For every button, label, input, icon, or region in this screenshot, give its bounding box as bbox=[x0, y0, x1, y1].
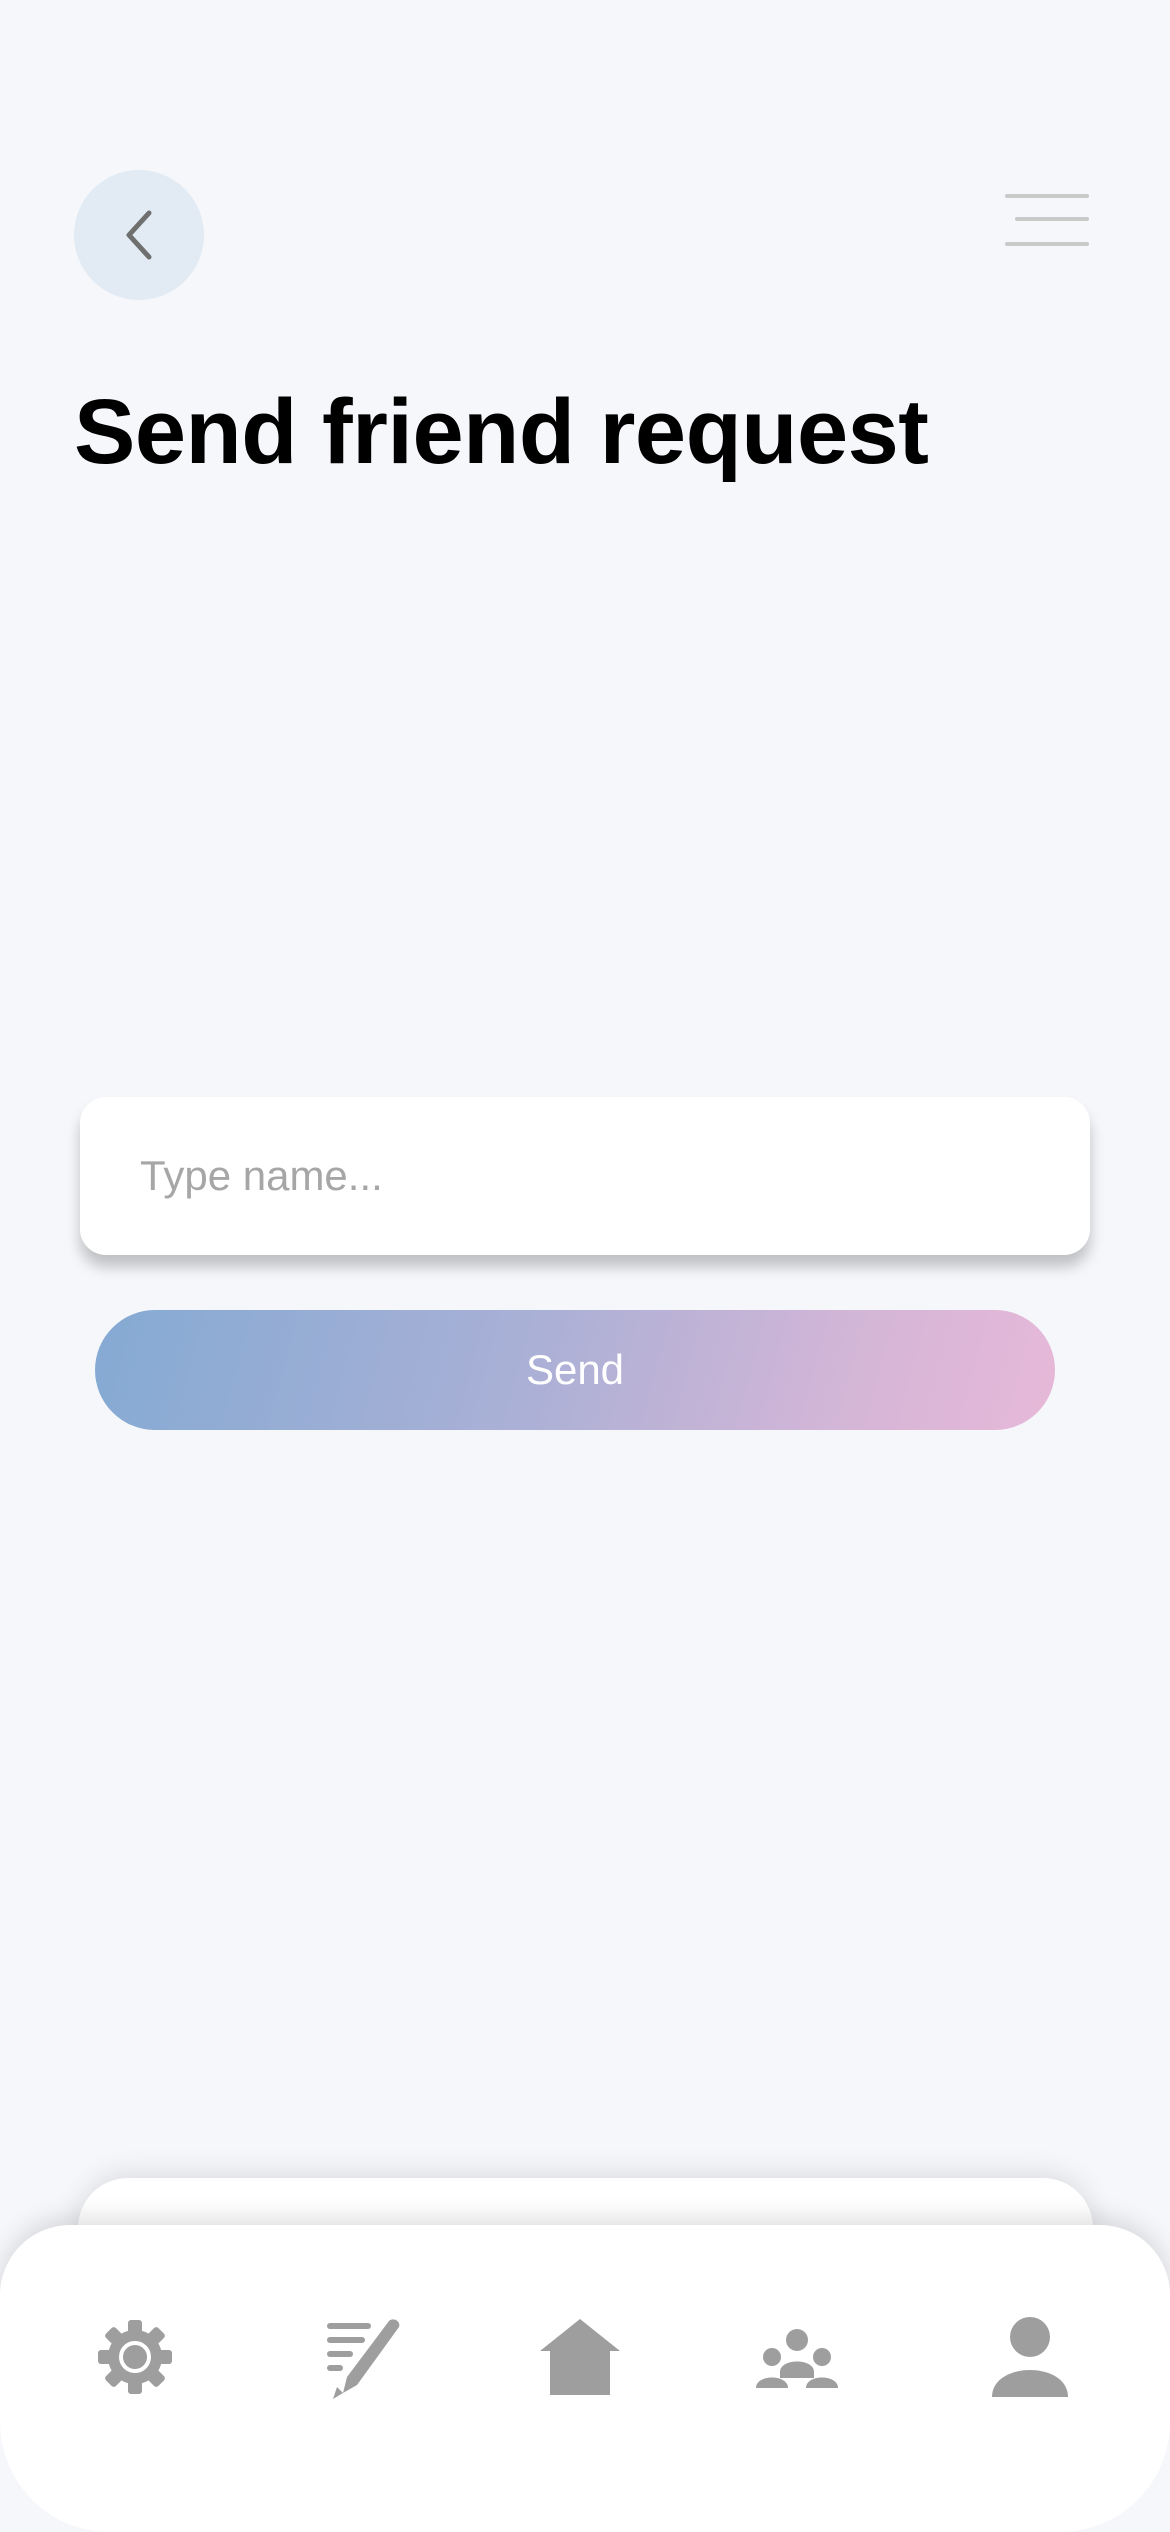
tab-home[interactable] bbox=[530, 2307, 630, 2407]
app-screen: Send friend request Send bbox=[0, 0, 1170, 2532]
chevron-left-icon bbox=[126, 210, 152, 260]
group-icon bbox=[756, 2329, 838, 2388]
hamburger-menu-icon bbox=[1005, 194, 1089, 246]
tab-friends[interactable] bbox=[747, 2307, 847, 2407]
tab-posts[interactable] bbox=[312, 2307, 412, 2407]
person-icon bbox=[992, 2317, 1068, 2397]
tab-profile[interactable] bbox=[980, 2307, 1080, 2407]
name-input[interactable] bbox=[80, 1097, 1090, 1255]
page-title: Send friend request bbox=[74, 381, 929, 483]
back-button[interactable] bbox=[74, 170, 204, 300]
name-input-container bbox=[80, 1097, 1090, 1255]
send-button[interactable]: Send bbox=[95, 1310, 1055, 1430]
edit-list-icon bbox=[327, 2319, 400, 2399]
bottom-tab-bar bbox=[0, 2225, 1170, 2532]
gear-icon bbox=[98, 2320, 172, 2394]
menu-button[interactable] bbox=[1005, 192, 1089, 250]
home-icon bbox=[540, 2319, 620, 2395]
tab-settings[interactable] bbox=[85, 2307, 185, 2407]
